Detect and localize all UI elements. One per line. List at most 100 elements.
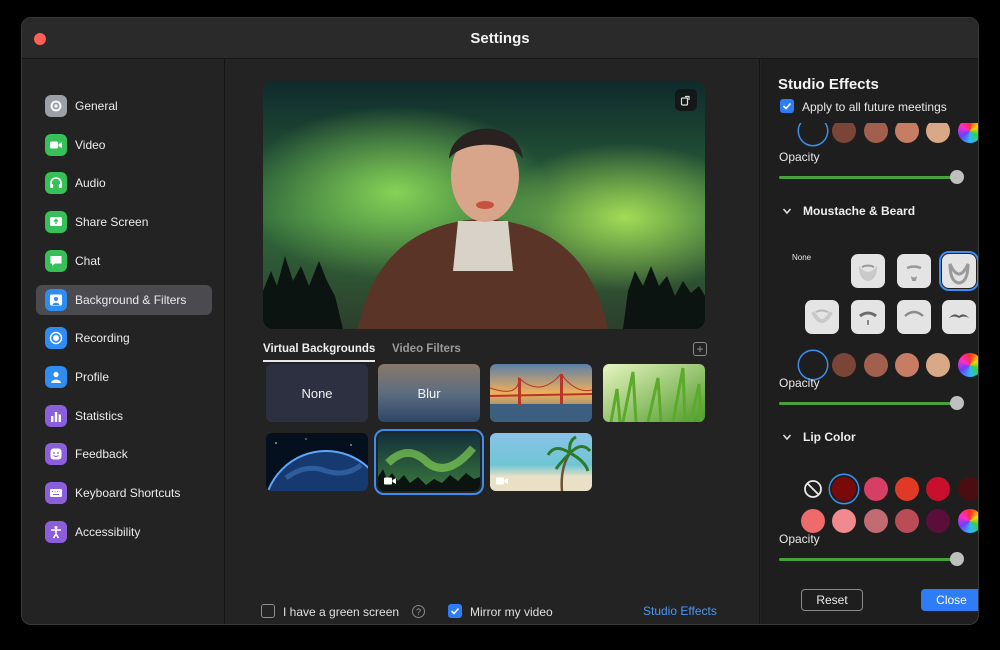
beard-style-option[interactable] <box>851 254 885 288</box>
sidebar-item-label: Video <box>75 137 106 152</box>
beard-opacity-slider-knob[interactable] <box>950 396 964 410</box>
background-option-earth[interactable] <box>266 433 368 491</box>
beard-style-option[interactable] <box>897 254 931 288</box>
title-bar: Settings <box>22 18 978 59</box>
background-option-golden-gate[interactable] <box>490 364 592 422</box>
lip-color-swatch[interactable] <box>926 477 951 501</box>
beard-style-icon <box>859 311 877 325</box>
keyboard-icon <box>45 482 67 504</box>
background-option-blur[interactable]: Blur <box>378 364 480 422</box>
sidebar: General Video Audio Share Screen Chat Backgro… <box>22 59 225 624</box>
sidebar-item-chat[interactable]: Chat <box>36 246 212 276</box>
lip-opacity-slider[interactable] <box>779 558 959 561</box>
sidebar-item-general[interactable]: General <box>36 91 212 121</box>
beard-color-swatch[interactable] <box>957 353 978 377</box>
beard-color-swatch[interactable] <box>926 353 951 377</box>
lip-color-section-title[interactable]: Lip Color <box>803 430 856 444</box>
eyebrow-opacity-label: Opacity <box>779 150 820 164</box>
sidebar-item-label: Statistics <box>75 408 124 423</box>
beard-color-swatch[interactable] <box>832 353 857 377</box>
lip-color-swatch[interactable] <box>957 509 978 533</box>
sidebar-item-label: Keyboard Shortcuts <box>75 486 181 500</box>
beard-style-option[interactable] <box>942 300 976 334</box>
share-screen-icon <box>45 211 67 234</box>
video-camera-icon <box>384 477 396 485</box>
sidebar-item-label: Chat <box>75 253 101 268</box>
sidebar-item-audio[interactable]: Audio <box>36 168 212 198</box>
eyebrow-opacity-slider-knob[interactable] <box>950 170 964 184</box>
rotate-video-button[interactable] <box>675 89 697 111</box>
tab-virtual-backgrounds[interactable]: Virtual Backgrounds <box>263 343 376 362</box>
studio-effects-title: Studio Effects <box>778 76 879 93</box>
mirror-video-label: Mirror my video <box>470 605 553 619</box>
lip-color-swatch[interactable] <box>801 509 825 533</box>
beard-style-icon <box>948 263 970 285</box>
beard-opacity-slider[interactable] <box>779 402 959 405</box>
background-thumbnail-grass <box>603 364 705 422</box>
video-preview <box>263 81 705 329</box>
green-screen-checkbox[interactable] <box>261 604 275 618</box>
green-screen-label: I have a green screen <box>283 605 400 619</box>
aurora-preview-image <box>263 81 705 329</box>
background-option-none[interactable]: None <box>266 364 368 422</box>
help-icon[interactable]: ? <box>412 605 425 618</box>
background-option-aurora[interactable] <box>374 429 484 495</box>
beard-color-swatch[interactable] <box>801 353 825 377</box>
sidebar-item-video[interactable]: Video <box>36 130 212 160</box>
background-thumbnail-golden-gate <box>490 364 592 422</box>
beard-style-option[interactable] <box>939 251 978 291</box>
beard-color-swatch[interactable] <box>894 353 919 377</box>
sidebar-item-recording[interactable]: Recording <box>36 323 212 353</box>
lip-opacity-slider-knob[interactable] <box>950 552 964 566</box>
beard-style-option[interactable] <box>805 300 839 334</box>
lip-color-swatch[interactable] <box>801 477 825 501</box>
add-background-button[interactable]: + <box>693 342 707 356</box>
tab-video-filters[interactable]: Video Filters <box>392 343 461 355</box>
beard-none-option[interactable]: None <box>792 253 811 262</box>
moustache-beard-section-title[interactable]: Moustache & Beard <box>803 204 915 218</box>
sidebar-item-feedback[interactable]: Feedback <box>36 439 212 469</box>
sidebar-item-label: Feedback <box>75 447 128 462</box>
close-button[interactable]: Close <box>921 589 978 611</box>
sidebar-item-keyboard-shortcuts[interactable]: Keyboard Shortcuts <box>36 478 212 508</box>
apply-future-meetings-checkbox[interactable] <box>780 99 794 113</box>
sidebar-item-profile[interactable]: Profile <box>36 362 212 392</box>
chevron-down-icon[interactable] <box>782 432 792 442</box>
lip-color-swatch[interactable] <box>832 477 857 501</box>
background-option-grass[interactable] <box>603 364 705 422</box>
chevron-down-icon[interactable] <box>782 206 792 216</box>
sidebar-item-background-and-filters[interactable]: Background & Filters <box>36 284 212 315</box>
eyebrow-opacity-slider[interactable] <box>779 176 959 179</box>
sidebar-item-label: Share Screen <box>75 215 149 230</box>
lip-color-swatch[interactable] <box>894 477 919 501</box>
reset-button[interactable]: Reset <box>801 589 863 611</box>
lip-color-swatch[interactable] <box>863 509 888 533</box>
video-camera-icon <box>45 133 67 156</box>
sidebar-item-accessibility[interactable]: Accessibility <box>36 517 212 547</box>
beard-style-icon <box>906 265 922 281</box>
sidebar-item-statistics[interactable]: Statistics <box>36 401 212 431</box>
beard-opacity-label: Opacity <box>779 376 820 390</box>
sidebar-item-label: General <box>75 99 118 113</box>
lip-color-swatch[interactable] <box>957 477 978 501</box>
video-camera-icon <box>496 477 508 485</box>
lip-color-swatch[interactable] <box>894 509 919 533</box>
lip-color-swatch[interactable] <box>863 477 888 501</box>
apply-future-meetings-label: Apply to all future meetings <box>802 100 947 114</box>
headphones-icon <box>45 172 67 195</box>
settings-window: Settings General Video Audio Share Screen Ch… <box>21 17 979 625</box>
bar-chart-icon <box>45 404 67 427</box>
sidebar-item-share-screen[interactable]: Share Screen <box>36 207 212 237</box>
background-option-beach[interactable] <box>490 433 592 491</box>
lip-color-swatch[interactable] <box>832 509 857 533</box>
beard-color-swatch[interactable] <box>863 353 888 377</box>
beard-style-option[interactable] <box>897 300 931 334</box>
studio-effects-link[interactable]: Studio Effects <box>643 604 717 618</box>
mirror-video-checkbox[interactable] <box>448 604 462 618</box>
sidebar-item-label: Background & Filters <box>75 292 187 307</box>
record-icon <box>45 327 67 350</box>
lip-color-swatch[interactable] <box>926 509 951 533</box>
accessibility-icon <box>45 520 67 543</box>
person-background-icon <box>45 288 67 311</box>
beard-style-option[interactable] <box>851 300 885 334</box>
